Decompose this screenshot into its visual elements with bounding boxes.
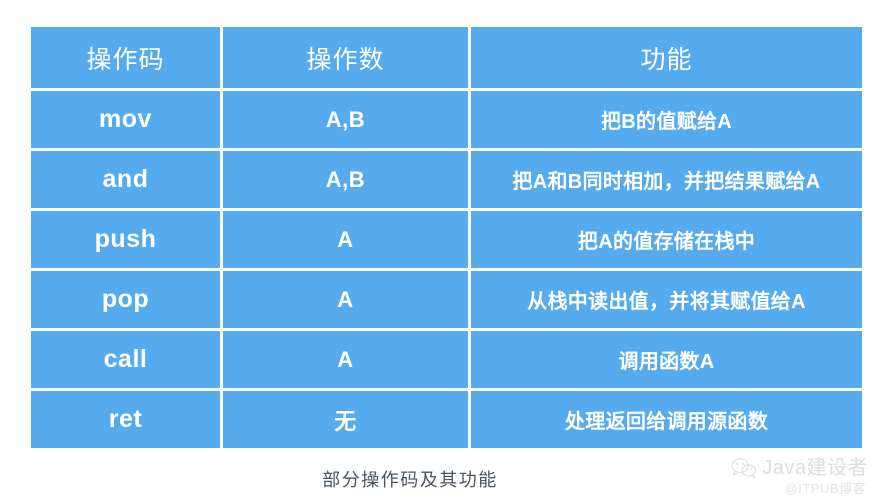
cell-opcode: push xyxy=(28,208,223,271)
cell-opcode: and xyxy=(28,148,223,211)
table-row: and A,B 把A和B同时相加，并把结果赋给A xyxy=(28,148,865,211)
cell-operand: A xyxy=(220,328,471,391)
column-header-opcode: 操作码 xyxy=(28,24,223,91)
table-row: push A 把A的值存储在栈中 xyxy=(28,208,865,271)
table-row: call A 调用函数A xyxy=(28,328,865,391)
table-header-row: 操作码 操作数 功能 xyxy=(28,24,865,91)
cell-opcode: ret xyxy=(28,388,223,451)
cell-operand: A,B xyxy=(220,88,471,151)
cell-operand: A xyxy=(220,268,471,331)
cell-opcode: call xyxy=(28,328,223,391)
cell-opcode: mov xyxy=(28,88,223,151)
cell-function: 从栈中读出值，并将其赋值给A xyxy=(468,268,865,331)
cell-function: 把A和B同时相加，并把结果赋给A xyxy=(468,148,865,211)
table-body: mov A,B 把B的值赋给A and A,B 把A和B同时相加，并把结果赋给A… xyxy=(28,88,865,451)
table-row: ret 无 处理返回给调用源函数 xyxy=(28,388,865,451)
cell-function: 处理返回给调用源函数 xyxy=(468,388,865,451)
cell-opcode: pop xyxy=(28,268,223,331)
cell-operand: A xyxy=(220,208,471,271)
cell-operand: A,B xyxy=(220,148,471,211)
cell-function: 把B的值赋给A xyxy=(468,88,865,151)
cell-operand: 无 xyxy=(220,388,471,451)
table-row: mov A,B 把B的值赋给A xyxy=(28,88,865,151)
page-root: 操作码 操作数 功能 mov A,B 把B的值赋给A and A,B 把A和B同… xyxy=(0,0,890,501)
cell-function: 把A的值存储在栈中 xyxy=(468,208,865,271)
column-header-operand: 操作数 xyxy=(220,24,471,91)
table-caption: 部分操作码及其功能 xyxy=(322,470,498,490)
cell-function: 调用函数A xyxy=(468,328,865,391)
table-header: 操作码 操作数 功能 xyxy=(28,24,865,91)
column-header-function: 功能 xyxy=(468,24,865,91)
opcode-function-table: 操作码 操作数 功能 mov A,B 把B的值赋给A and A,B 把A和B同… xyxy=(28,24,865,451)
table-row: pop A 从栈中读出值，并将其赋值给A xyxy=(28,268,865,331)
